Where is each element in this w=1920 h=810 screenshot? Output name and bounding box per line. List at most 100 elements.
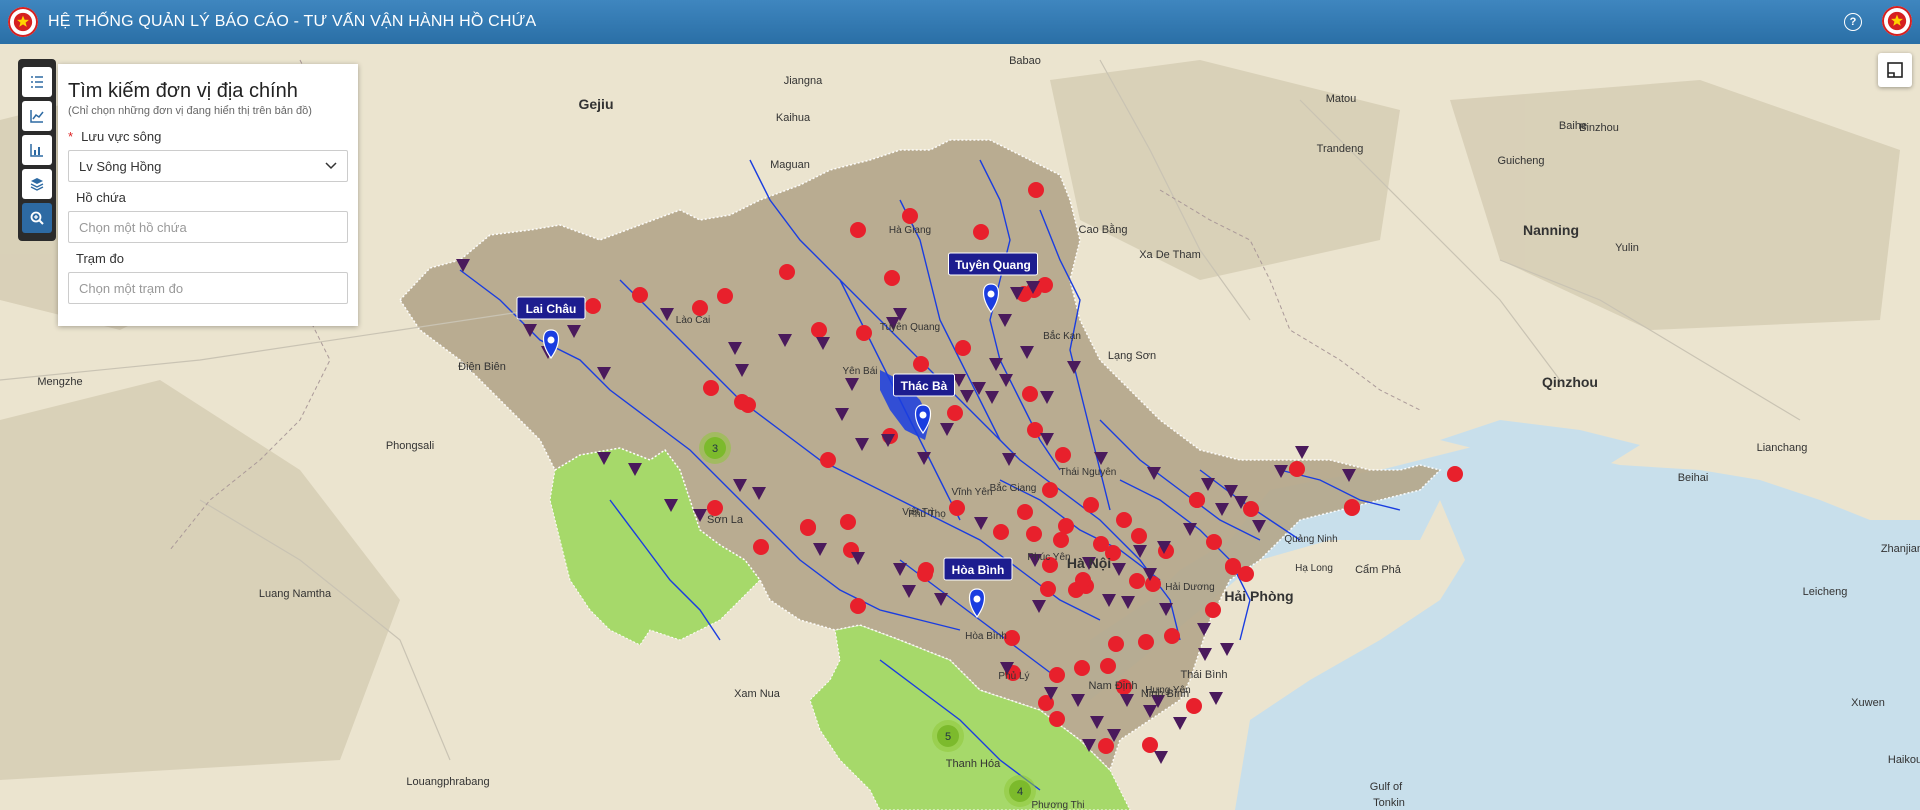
reservoir-dot [1142,737,1158,753]
place-label: Lào Cai [676,315,710,326]
place-label: Haikou [1888,754,1920,766]
reservoir-dot [779,264,795,280]
place-label: Gulf of [1370,781,1403,793]
place-label: Hà Nội [1067,555,1111,571]
reservoir-dot [1447,466,1463,482]
place-label: Lianchang [1757,442,1808,454]
user-avatar[interactable] [1882,6,1912,36]
list-icon[interactable] [22,67,52,97]
place-label: Louangphrabang [406,776,489,788]
reservoir-dot [1098,738,1114,754]
reservoir-dot [1093,536,1109,552]
reservoir-dot [1055,447,1071,463]
reservoir-dot [955,340,971,356]
cluster-marker: 3 [699,432,731,464]
place-label: Mengzhe [37,376,82,388]
place-label: Cẩm Phả [1355,564,1402,576]
layers-icon[interactable] [22,169,52,199]
place-label: Thái Bình [1180,669,1227,681]
place-label: Cao Bằng [1079,223,1128,236]
station-select[interactable]: Chọn một trạm đo [68,272,348,304]
place-label: Xuwen [1851,697,1885,709]
reservoir-dot [1116,512,1132,528]
search-zoom-icon[interactable] [22,203,52,233]
place-label: Kaihua [776,112,811,124]
place-label: Jiangna [784,75,823,87]
reservoir-dot [1053,532,1069,548]
reservoir-dot [811,322,827,338]
reservoir-dot [1138,634,1154,650]
basemap-toggle-icon[interactable] [1878,53,1912,87]
required-marker: * [68,129,74,144]
reservoir-dot [1026,526,1042,542]
reservoir-dot [1189,492,1205,508]
bar-chart-icon[interactable] [22,135,52,165]
reservoir-dot [856,325,872,341]
reservoir-dot [902,208,918,224]
place-label: Thái Nguyên [1060,467,1117,478]
reservoir-dot [1205,602,1221,618]
place-label: Xam Nua [734,688,781,700]
reservoir-dot [840,514,856,530]
place-label: Nanning [1523,222,1579,238]
place-label: Babao [1009,55,1041,67]
place-label: Yulin [1615,242,1639,254]
reservoir-dot [1186,698,1202,714]
reservoir-dot [993,524,1009,540]
place-label: Gejiu [578,96,613,112]
place-label: Tonkin [1373,797,1405,809]
basin-label: * Lưu vực sông [68,129,162,144]
reservoir-dot [1075,572,1091,588]
reservoir-dot [1037,277,1053,293]
place-label: Qinzhou [1542,374,1598,390]
help-icon[interactable]: ? [1844,13,1862,31]
reservoir-dot [585,298,601,314]
basin-select-value: Lv Sông Hồng [79,158,162,174]
reservoir-dot [1027,422,1043,438]
reservoir-dot [703,380,719,396]
reservoir-dot [1040,581,1056,597]
reservoir-dot [1058,518,1074,534]
reservoir-label: Hòa Bình [952,563,1005,577]
search-panel: Tìm kiếm đơn vị địa chính (Chỉ chọn nhữn… [58,64,358,326]
reservoir-dot [1042,482,1058,498]
place-label: Thanh Hóa [946,758,1001,770]
place-label: Lạng Sơn [1108,350,1156,362]
place-label: Trandeng [1317,143,1364,155]
place-label: Zhanjiang [1881,543,1920,555]
reservoir-dot [1049,667,1065,683]
reservoir-dot [884,270,900,286]
reservoir-dot [753,539,769,555]
place-label: Baihe [1559,120,1587,132]
cluster-count: 4 [1017,786,1023,798]
place-label: Bắc Kạn [1043,329,1081,342]
map-toolbar [18,59,56,241]
place-label: Hà Giang [889,225,931,236]
chevron-down-icon [325,162,337,170]
chart-icon[interactable] [22,101,52,131]
reservoir-dot [632,287,648,303]
reservoir-dot [1074,660,1090,676]
reservoir-dot [1017,504,1033,520]
reservoir-dot [850,222,866,238]
reservoir-label: Lai Châu [526,302,577,316]
basin-select[interactable]: Lv Sông Hồng [68,150,348,182]
reservoir-label: Thác Bà [901,379,948,393]
reservoir-dot [692,300,708,316]
place-label: Vĩnh Yên [952,487,993,498]
place-label: Luang Namtha [259,588,332,600]
reservoir-select[interactable]: Chọn một hồ chứa [68,211,348,243]
place-label: Matou [1326,93,1357,105]
reservoir-dot [1164,628,1180,644]
reservoir-dot [1083,497,1099,513]
reservoir-dot [1238,566,1254,582]
place-label: Leicheng [1803,586,1848,598]
place-label: Hạ Long [1295,563,1333,574]
reservoir-dot [913,356,929,372]
reservoir-dot [1243,501,1259,517]
place-label: Hải Dương [1165,582,1214,593]
reservoir-dot [1344,500,1360,516]
cluster-count: 3 [712,443,718,455]
panel-title: Tìm kiếm đơn vị địa chính [68,80,298,102]
app-logo[interactable] [8,7,38,37]
